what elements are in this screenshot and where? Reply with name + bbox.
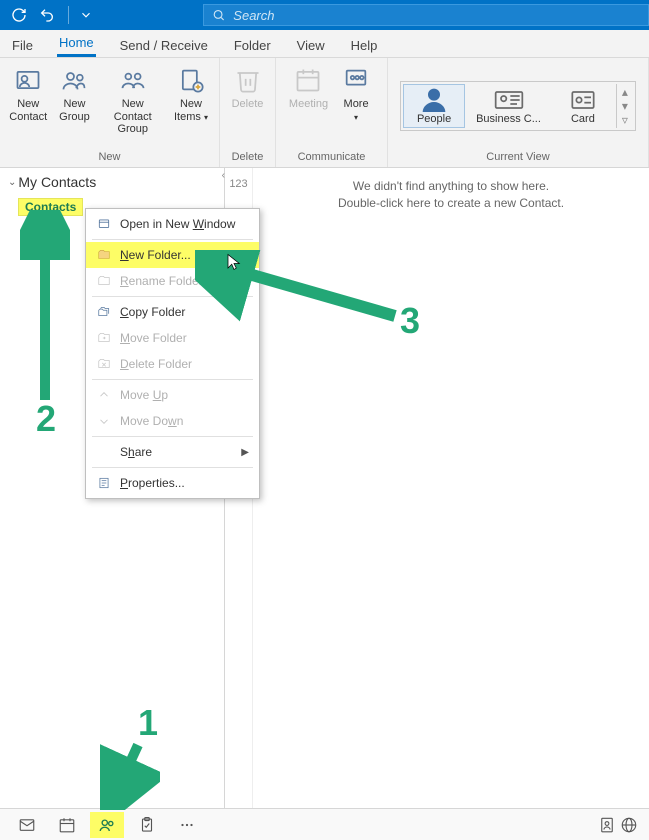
folder-move-icon [96, 330, 112, 346]
folder-delete-icon [96, 356, 112, 372]
people-icon [418, 87, 450, 113]
ctx-open-new-window[interactable]: Open in New Window [86, 211, 259, 237]
annotation-2: 2 [36, 398, 56, 440]
ribbon-group-communicate: Communicate [298, 149, 366, 165]
folder-copy-icon [96, 304, 112, 320]
new-items-label: NewItems ▾ [174, 98, 208, 123]
ribbon-group-currentview: Current View [486, 149, 549, 165]
search-icon [212, 8, 225, 22]
ctx-share[interactable]: Share ▶ [86, 439, 259, 465]
new-contact-button[interactable]: NewContact [6, 62, 50, 125]
mail-icon[interactable] [10, 812, 44, 838]
alpha-123[interactable]: 123 [225, 174, 252, 195]
search-box[interactable] [203, 4, 649, 26]
tasks-nav-icon[interactable] [130, 812, 164, 838]
delete-label: Delete [232, 98, 264, 111]
gallery-up-icon[interactable]: ▴ [619, 86, 631, 98]
new-group-button[interactable]: NewGroup [52, 62, 96, 125]
cursor-icon [225, 253, 243, 271]
undo-icon[interactable] [36, 4, 58, 26]
annotation-1: 1 [138, 702, 158, 744]
bottom-nav [0, 808, 649, 840]
properties-icon [96, 475, 112, 491]
annotation-arrow-2 [20, 210, 70, 410]
search-input[interactable] [233, 8, 640, 23]
empty-state-line1: We didn't find anything to show here. [265, 178, 637, 195]
new-items-icon [175, 64, 207, 96]
ctx-properties[interactable]: Properties... [86, 470, 259, 496]
meeting-label: Meeting [289, 98, 328, 111]
more-nav-icon[interactable] [170, 812, 204, 838]
calendar-nav-icon[interactable] [50, 812, 84, 838]
address-book-icon[interactable] [597, 812, 617, 838]
ribbon-group-new: New [98, 149, 120, 165]
ctx-delete-folder: Delete Folder [86, 351, 259, 377]
tab-send-receive[interactable]: Send / Receive [118, 34, 210, 57]
tab-file[interactable]: File [10, 34, 35, 57]
view-card[interactable]: Card [552, 84, 614, 128]
folder-rename-icon [96, 273, 112, 289]
ribbon-group-delete: Delete [232, 149, 264, 165]
qat-dropdown-icon[interactable] [79, 4, 93, 26]
new-contact-group-label: New ContactGroup [102, 98, 163, 136]
business-card-icon [493, 87, 525, 113]
person-card-icon [12, 64, 44, 96]
tab-folder[interactable]: Folder [232, 34, 273, 57]
more-label: More▾ [344, 98, 369, 123]
chevron-down-icon: ⌄ [8, 177, 16, 188]
tab-view[interactable]: View [295, 34, 327, 57]
sync-icon[interactable] [8, 4, 30, 26]
new-group-label: NewGroup [59, 98, 90, 123]
annotation-arrow-1 [100, 740, 160, 810]
gallery-down-icon[interactable]: ▾ [619, 100, 631, 112]
my-contacts-heading[interactable]: ⌄ My Contacts [0, 168, 224, 196]
new-items-button[interactable]: NewItems ▾ [169, 62, 213, 125]
delete-button: Delete [226, 62, 270, 113]
ribbon: NewContact NewGroup New ContactGroup New… [0, 58, 649, 168]
globe-icon[interactable] [619, 812, 639, 838]
collapse-pane-icon[interactable]: ‹ [222, 170, 225, 181]
calendar-icon [292, 64, 324, 96]
ctx-move-up: Move Up [86, 382, 259, 408]
tab-help[interactable]: Help [349, 34, 380, 57]
new-contact-label: NewContact [9, 98, 47, 123]
folder-new-icon [96, 247, 112, 263]
ctx-move-down: Move Down [86, 408, 259, 434]
more-icon [340, 64, 372, 96]
more-button[interactable]: More▾ [334, 62, 378, 125]
view-business-card[interactable]: Business C... [467, 84, 550, 128]
people-nav-icon[interactable] [90, 812, 124, 838]
empty-state-line2: Double-click here to create a new Contac… [265, 195, 637, 212]
chevron-right-icon: ▶ [241, 447, 249, 458]
people-group-icon [58, 64, 90, 96]
arrow-up-icon [96, 387, 112, 403]
meeting-button: Meeting [285, 62, 332, 113]
ribbon-tabs: File Home Send / Receive Folder View Hel… [0, 30, 649, 58]
arrow-down-icon [96, 413, 112, 429]
annotation-3: 3 [400, 300, 420, 342]
card-icon [567, 87, 599, 113]
trash-icon [232, 64, 264, 96]
contact-group-icon [117, 64, 149, 96]
tab-home[interactable]: Home [57, 31, 96, 57]
title-bar [0, 0, 649, 30]
view-people[interactable]: People [403, 84, 465, 128]
window-icon [96, 216, 112, 232]
new-contact-group-button[interactable]: New ContactGroup [98, 62, 167, 138]
current-view-gallery[interactable]: People Business C... Card ▴ ▾ [400, 81, 636, 131]
gallery-expand-icon[interactable]: ▿ [619, 114, 631, 126]
